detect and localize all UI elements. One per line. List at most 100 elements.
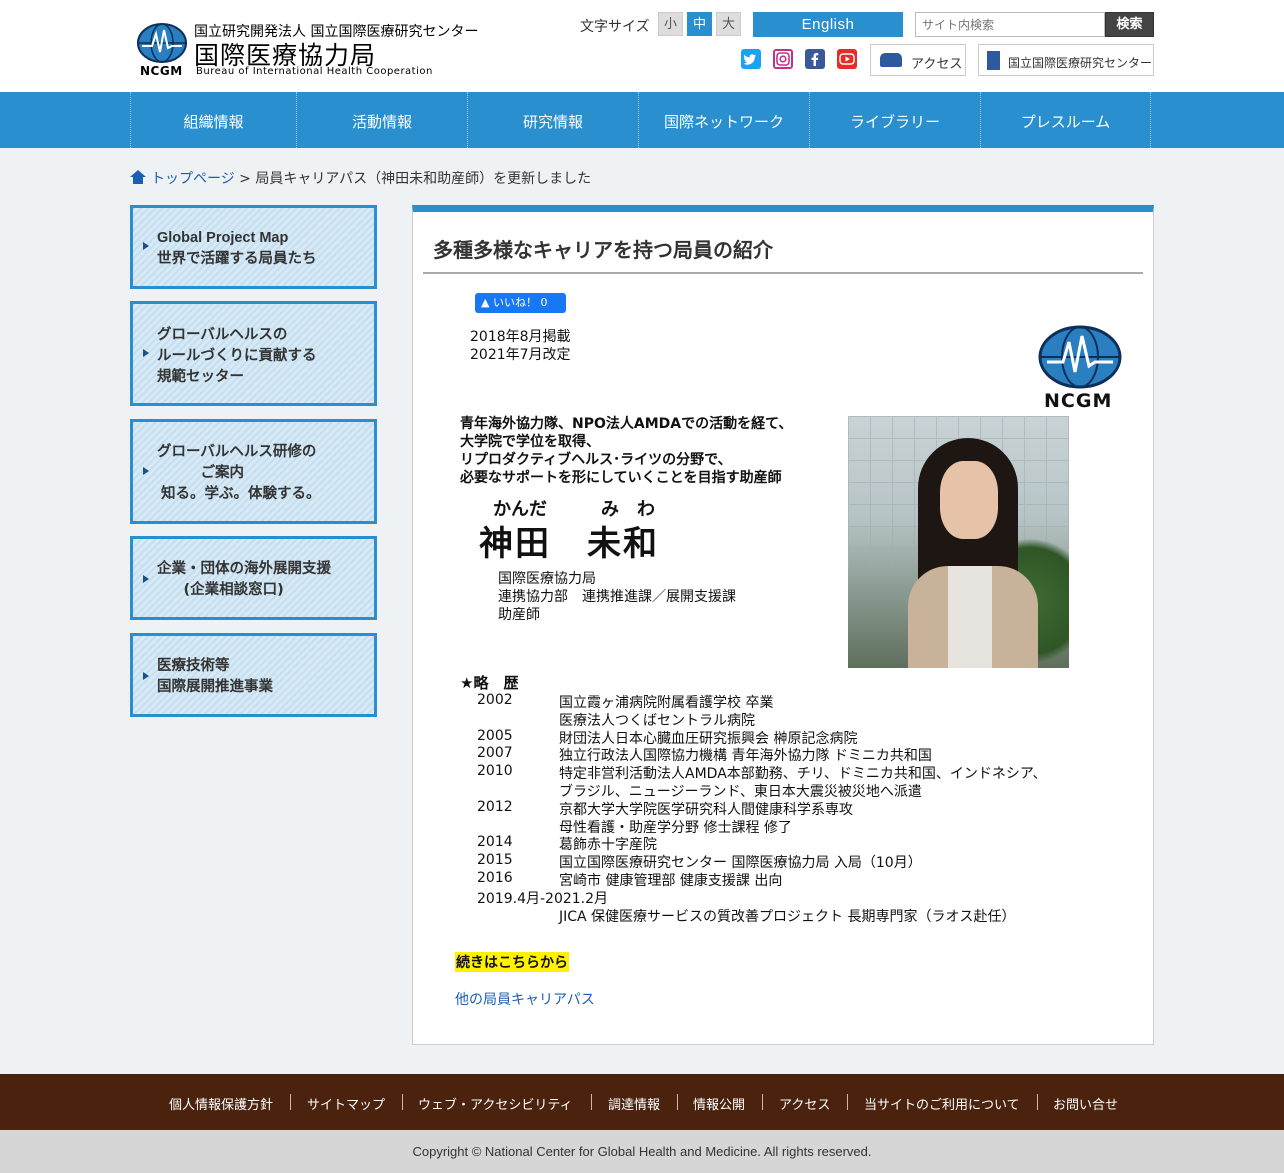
global-nav: 組織情報 活動情報 研究情報 国際ネットワーク ライブラリー プレスルーム [0,92,1284,148]
affiliation-line: 国際医療協力局 [498,571,596,587]
home-icon [130,170,146,184]
facebook-like-button[interactable]: ▲ いいね！ 0 [475,293,566,313]
sidebar-banner-line: 医療技術等 [157,658,230,674]
career-year: 2012 [477,798,513,815]
sidebar-banner-line: 企業・団体の海外展開支援 [157,561,331,577]
ncgm-link-button[interactable]: 国立国際医療研究センター [978,44,1154,76]
career-year: 2007 [477,745,513,762]
nav-item-network[interactable]: 国際ネットワーク [638,92,809,148]
footer-separator [402,1094,403,1110]
fontsize-small-button[interactable]: 小 [658,12,683,36]
date-posted: 2018年8月掲載 [470,329,571,345]
sidebar-banner-text: 企業・団体の海外展開支援 (企業相談窓口) [157,559,331,601]
building-icon [987,51,1000,70]
sidebar-banner-overseas-support[interactable]: 企業・団体の海外展開支援 (企業相談窓口) [130,536,377,620]
footer-link-disclosure[interactable]: 情報公開 [693,1094,745,1113]
footer-separator [762,1094,763,1110]
copyright: Copyright © National Center for Global H… [0,1130,1284,1173]
profile-photo [848,416,1069,668]
career-year: 2015 [477,852,513,869]
date-revised: 2021年7月改定 [470,347,571,363]
nav-item-activities[interactable]: 活動情報 [296,92,467,148]
nav-divider [1150,92,1151,148]
affiliation-line: 助産師 [498,607,540,623]
footer-link-sitemap[interactable]: サイトマップ [307,1094,385,1113]
footer-link-contact[interactable]: お問い合せ [1053,1094,1118,1113]
sidebar-banner-line: グローバルヘルス研修の [157,444,317,460]
breadcrumb-current: 局員キャリアパス（神田未和助産師）を更新しました [255,171,592,187]
logo-abbr: NCGM [140,64,183,78]
twitter-icon[interactable] [741,49,761,69]
arrow-right-icon [143,672,149,680]
career-year: 2014 [477,834,513,851]
english-button[interactable]: English [753,12,903,37]
instagram-icon[interactable] [773,49,793,69]
sidebar-banner-line: (企業相談窓口) [169,582,284,598]
footer-separator [847,1094,848,1110]
nav-item-library[interactable]: ライブラリー [809,92,980,148]
ncgm-globe-icon [1038,325,1122,389]
intro-line: 大学院で学位を取得、 [460,434,600,450]
sidebar-banner-line: ルールづくりに貢献する [157,348,317,364]
footer-link-accessibility[interactable]: ウェブ・アクセシビリティ [418,1094,573,1113]
site-header: NCGM 国立研究開発法人 国立国際医療研究センター 国際医療協力局 Burea… [0,0,1284,92]
sidebar-banner-text: グローバルヘルスの ルールづくりに貢献する 規範セッター [157,325,317,388]
career-desc: JICA 保健医療サービスの質改善プロジェクト 長期専門家（ラオス赴任） [559,908,1016,925]
sidebar-banner-training[interactable]: グローバルヘルス研修の ご案内 知る。学ぶ。体験する。 [130,419,377,524]
search-button[interactable]: 検索 [1105,12,1154,37]
logo-english-name: Bureau of International Health Cooperati… [196,66,433,77]
sidebar-banner-text: Global Project Map 世界で活躍する局員たち [157,228,317,270]
profile-intro: 青年海外協力隊、NPO法人AMDAでの活動を経て、 大学院で学位を取得、 リプロ… [460,415,792,487]
page-title: 多種多様なキャリアを持つ局員の紹介 [433,238,773,262]
sidebar-banner-line: 国際展開推進事業 [157,679,273,695]
breadcrumb: トップページ > 局員キャリアパス（神田未和助産師）を更新しました [130,168,591,188]
sidebar-banner-global-project-map[interactable]: Global Project Map 世界で活躍する局員たち [130,205,377,289]
sidebar-banner-text: 医療技術等 国際展開推進事業 [157,656,273,698]
fontsize-label: 文字サイズ [580,19,650,35]
nav-item-pressroom[interactable]: プレスルーム [980,92,1150,148]
career-year: 2005 [477,727,513,744]
other-careers-link[interactable]: 他の局員キャリアパス [455,989,595,1009]
nav-item-research[interactable]: 研究情報 [467,92,638,148]
sidebar-banner-norm-setter[interactable]: グローバルヘルスの ルールづくりに貢献する 規範セッター [130,301,377,406]
like-label: いいね！ 0 [492,296,548,309]
facebook-icon[interactable] [805,49,825,69]
arrow-right-icon [143,349,149,357]
footer-separator [1037,1094,1038,1110]
car-icon [880,53,902,67]
breadcrumb-separator: > [234,171,256,187]
read-more-link[interactable]: 続きはこちらから [455,952,569,972]
footer-link-procurement[interactable]: 調達情報 [608,1094,660,1113]
footer-link-terms[interactable]: 当サイトのご利用について [864,1094,1020,1113]
sidebar-banner-line: 知る。学ぶ。体験する。 [161,486,321,502]
footer-nav: 個人情報保護方針 サイトマップ ウェブ・アクセシビリティ 調達情報 情報公開 ア… [0,1074,1284,1130]
card-logo-abbr: NCGM [1044,390,1113,412]
intro-line: 青年海外協力隊、NPO法人AMDAでの活動を経て、 [460,416,793,432]
site-logo[interactable]: NCGM 国立研究開発法人 国立国際医療研究センター 国際医療協力局 Burea… [136,20,496,80]
fontsize-large-button[interactable]: 大 [716,12,741,36]
career-year: 2002 [477,692,513,708]
arrow-right-icon [143,575,149,583]
main-content: 多種多様なキャリアを持つ局員の紹介 ▲ いいね！ 0 2018年8月掲載 202… [412,205,1154,1045]
person-name: 神田 未和 [479,524,659,564]
intro-line: リプロダクティブヘルス･ライツの分野で、 [460,452,732,468]
photo-face [940,461,998,539]
nav-item-organization[interactable]: 組織情報 [130,92,296,148]
career-year: 2010 [477,763,513,780]
arrow-right-icon [143,242,149,250]
search-input[interactable] [915,12,1105,37]
breadcrumb-home-link[interactable]: トップページ [151,171,235,187]
title-divider [423,272,1143,274]
access-button[interactable]: アクセス [870,44,966,76]
profile-dates: 2018年8月掲載 2021年7月改定 [470,328,571,364]
youtube-icon[interactable] [837,49,857,69]
photo-shirt [948,566,992,668]
sidebar-banner-medical-tech[interactable]: 医療技術等 国際展開推進事業 [130,633,377,717]
arrow-right-icon [143,467,149,475]
footer-separator [290,1094,291,1110]
footer-link-access[interactable]: アクセス [779,1094,830,1113]
fontsize-medium-button[interactable]: 中 [687,12,712,36]
sidebar-banner-line: Global Project Map [157,230,289,246]
thumbs-up-icon: ▲ [481,296,490,309]
footer-link-privacy[interactable]: 個人情報保護方針 [169,1094,273,1113]
